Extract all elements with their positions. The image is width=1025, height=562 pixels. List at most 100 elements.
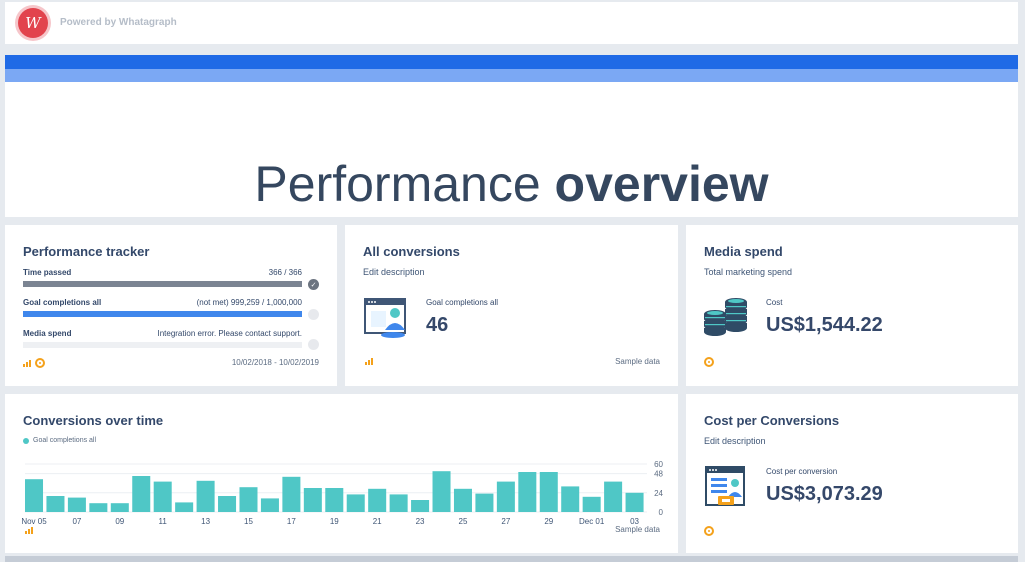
media-spend-card[interactable]: Media spend Total marketing spend Cost U… (686, 225, 1018, 386)
analytics-icon (25, 527, 33, 534)
powered-by-label: Powered by Whatagraph (60, 17, 177, 28)
x-tick-label: 27 (501, 517, 510, 526)
card-title: Cost per Conversions (704, 413, 840, 428)
integration-icon (704, 526, 714, 536)
page-title: Performance overview (254, 156, 769, 212)
tracker-fill (23, 281, 302, 287)
analytics-icon (365, 358, 373, 365)
all-conversions-card[interactable]: All conversions Edit description Goal co… (345, 225, 678, 386)
tracker-bar-time-passed (23, 281, 302, 287)
chart-bar (46, 496, 65, 512)
x-tick-label: Dec 01 (579, 517, 605, 526)
bottom-edge (5, 556, 1018, 562)
integration-icon (704, 357, 714, 367)
chart-bar (218, 496, 237, 512)
x-tick-label: 15 (244, 517, 253, 526)
tracker-fill (23, 311, 302, 317)
tracker-bar-goal-completions (23, 311, 302, 317)
performance-tracker-card[interactable]: Performance tracker Time passed 366 / 36… (5, 225, 337, 386)
chart-bar (196, 480, 215, 512)
x-tick-label: 17 (287, 517, 296, 526)
integration-icon (35, 358, 45, 368)
pending-status-icon (308, 309, 319, 320)
chart-bar (582, 496, 601, 512)
source-icons (704, 526, 714, 536)
cost-per-conversion-card[interactable]: Cost per Conversions Edit description Co… (686, 394, 1018, 553)
top-bar: W Powered by Whatagraph (5, 2, 1018, 44)
chart-bar (368, 488, 387, 512)
chart-bar (175, 502, 194, 512)
conversions-over-time-card[interactable]: Conversions over time Goal completions a… (5, 394, 678, 553)
source-icons (365, 358, 373, 365)
chart-bar (132, 476, 151, 512)
chart-bar (346, 494, 365, 512)
chart-bar (25, 479, 44, 512)
chart-bar (432, 471, 451, 512)
tracker-value-time-passed: 366 / 366 (268, 268, 302, 277)
card-title: All conversions (363, 244, 460, 259)
y-tick-label: 60 (654, 460, 663, 469)
tracker-label-time-passed: Time passed (23, 268, 72, 277)
x-tick-label: 29 (544, 517, 553, 526)
metric-label: Cost per conversion (766, 467, 838, 476)
x-tick-label: Nov 05 (21, 517, 47, 526)
y-tick-label: 24 (654, 489, 663, 498)
chart-bar (539, 472, 558, 512)
chart-legend: Goal completions all (23, 437, 96, 444)
chart-bar (604, 481, 623, 512)
x-tick-label: 25 (459, 517, 468, 526)
check-icon: ✓ (308, 279, 319, 290)
x-tick-label: 23 (416, 517, 425, 526)
coins-stack-icon (704, 298, 747, 336)
chart-bar (389, 494, 408, 512)
chart-bar (153, 481, 172, 512)
chart-bar (625, 492, 644, 512)
x-tick-label: 09 (115, 517, 124, 526)
x-tick-label: 13 (201, 517, 210, 526)
card-title: Performance tracker (23, 244, 150, 259)
sample-data-note: Sample data (615, 525, 660, 534)
chart-bar (260, 498, 279, 512)
chart-bar (411, 500, 430, 512)
metric-value: 46 (426, 314, 449, 336)
whatagraph-logo[interactable]: W (18, 8, 48, 38)
header-band-primary (5, 55, 1018, 69)
tracker-label-media-spend: Media spend (23, 329, 72, 338)
edit-description-link[interactable]: Edit description (704, 436, 766, 446)
metric-label: Goal completions all (426, 298, 499, 307)
y-tick-label: 48 (654, 470, 663, 479)
card-title: Conversions over time (23, 413, 164, 428)
chart-bar (89, 503, 108, 512)
x-tick-label: 21 (373, 517, 382, 526)
sample-data-note: Sample data (615, 357, 660, 366)
tracker-value-media-spend: Integration error. Please contact suppor… (157, 329, 302, 338)
x-tick-label: 19 (330, 517, 339, 526)
presentation-icon (364, 298, 406, 338)
tracker-value-goal-completions: (not met) 999,259 / 1,000,000 (196, 298, 302, 307)
chart-bar (110, 503, 129, 512)
chart-bar (303, 488, 322, 512)
invoice-icon (705, 466, 745, 506)
metric-label: Cost (766, 298, 783, 307)
chart-bar (518, 472, 537, 512)
pending-status-icon (308, 339, 319, 350)
tracker-label-goal-completions: Goal completions all (23, 298, 102, 307)
chart-bar (561, 486, 580, 512)
legend-label: Goal completions all (33, 437, 97, 444)
card-subtitle: Total marketing spend (704, 267, 793, 277)
edit-description-link[interactable]: Edit description (363, 267, 425, 277)
source-icons (25, 527, 33, 534)
card-title: Media spend (704, 244, 783, 259)
report-header: Performance overview (5, 55, 1018, 217)
source-icons (704, 357, 714, 367)
chart-bar (453, 488, 472, 512)
metric-value: US$3,073.29 (766, 483, 883, 505)
legend-swatch (23, 437, 29, 444)
chart-bar (475, 493, 494, 512)
x-tick-label: 07 (72, 517, 81, 526)
chart-bar (67, 497, 86, 512)
conversions-bar-chart: 6048 24 0 Nov 05 07 09 11 13 15 17 19 21 23 25 27 29 Dec… (21, 460, 664, 526)
y-tick-label: 0 (659, 508, 664, 517)
metric-value: US$1,544.22 (766, 314, 883, 336)
tracker-bar-media-spend (23, 342, 302, 348)
